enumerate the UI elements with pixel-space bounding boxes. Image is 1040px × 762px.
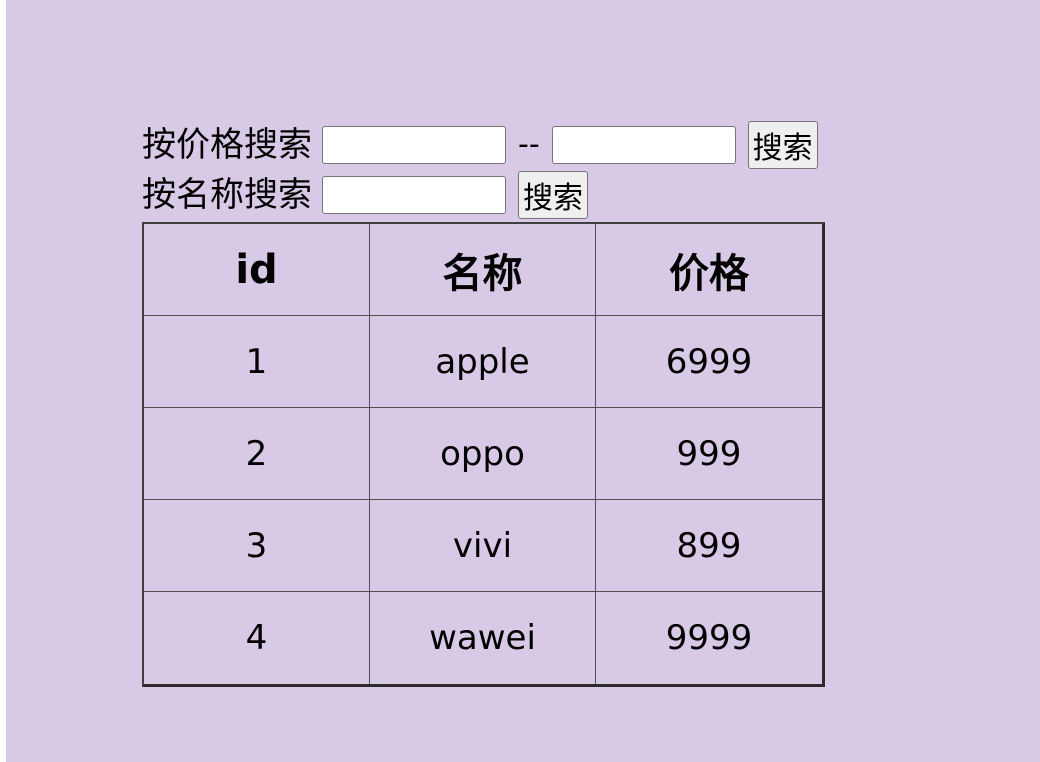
table-row: 1 apple 6999	[144, 316, 822, 408]
cell-name: vivi	[370, 500, 596, 592]
name-search-button[interactable]: 搜索	[518, 171, 588, 219]
product-table: id 名称 价格 1 apple 6999 2 oppo 999 3 vivi …	[142, 222, 825, 687]
price-search-label: 按价格搜索	[142, 125, 312, 165]
cell-id: 3	[144, 500, 370, 592]
cell-id: 4	[144, 592, 370, 684]
cell-price: 9999	[665, 618, 753, 658]
page-background: 按价格搜索 -- 搜索 按名称搜索 搜索 id 名称 价格 1 apple 69…	[6, 0, 1040, 762]
name-search-input[interactable]	[322, 176, 506, 214]
price-search-row: 按价格搜索 -- 搜索	[142, 120, 825, 170]
cell-name: oppo	[370, 408, 596, 500]
cell-name: wawei	[370, 592, 596, 684]
cell-id: 1	[144, 316, 370, 408]
cell-price: 899	[596, 500, 822, 592]
header-price: 价格	[596, 224, 822, 316]
table-header-row: id 名称 价格	[144, 224, 822, 316]
cell-id: 2	[144, 408, 370, 500]
search-panel: 按价格搜索 -- 搜索 按名称搜索 搜索 id 名称 价格 1 apple 69…	[142, 120, 825, 687]
cell-price: 6999	[596, 316, 822, 408]
table-row: 3 vivi 899	[144, 500, 822, 592]
price-max-input[interactable]	[551, 126, 736, 164]
table-row: 2 oppo 999	[144, 408, 822, 500]
price-range-separator: --	[518, 127, 540, 162]
price-min-input[interactable]	[322, 126, 506, 164]
cell-name: apple	[370, 316, 596, 408]
table-row: 4 wawei 9999	[144, 592, 822, 684]
price-search-button[interactable]: 搜索	[747, 121, 818, 169]
name-search-label: 按名称搜索	[142, 175, 312, 215]
name-search-row: 按名称搜索 搜索	[142, 170, 825, 220]
cell-price: 999	[596, 408, 822, 500]
header-id: id	[144, 224, 370, 316]
header-name: 名称	[370, 224, 596, 316]
